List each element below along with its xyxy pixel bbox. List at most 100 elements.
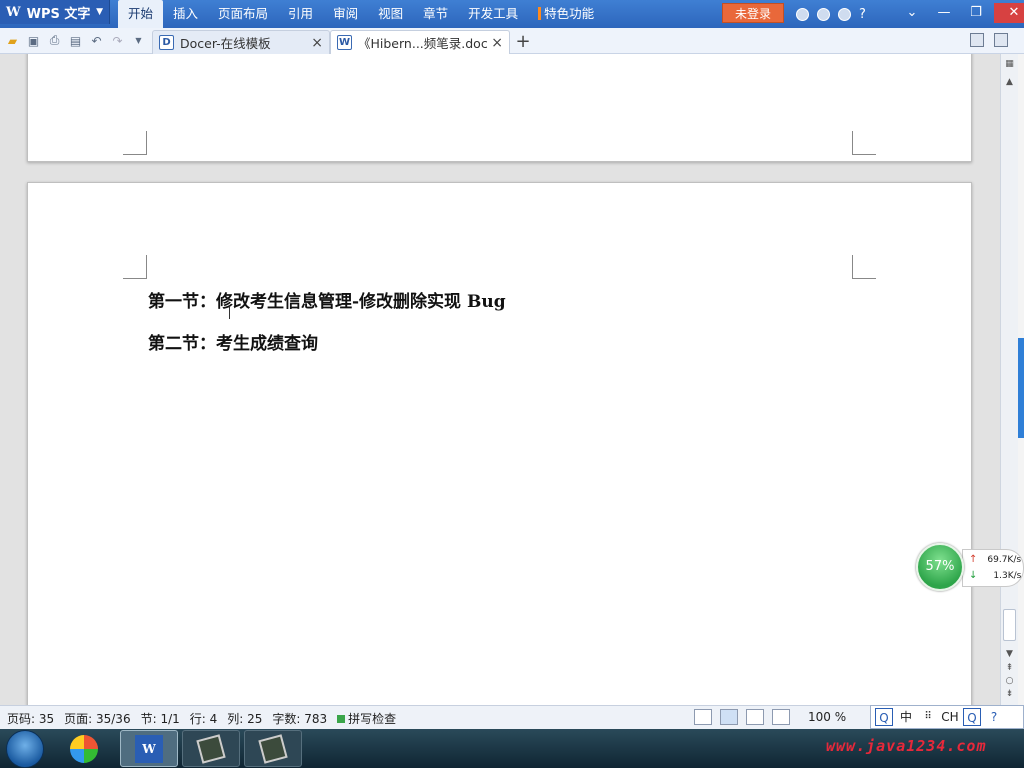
colorful-app-icon: [70, 734, 98, 763]
tab-document-label: 《Hibern...频笔录.doc: [358, 36, 488, 51]
upload-arrow-icon: ↑: [969, 554, 978, 565]
upload-speed: ↑ 69.7K/s: [969, 554, 1021, 565]
taskbar-app-recorder[interactable]: [244, 730, 302, 767]
recorder-icon: [258, 733, 288, 764]
title-bar: W WPS 文字 ▼ 开始 插入 页面布局 引用 审阅 视图 章节 开发工具 特…: [0, 0, 1024, 28]
section-heading[interactable]: 第二节：考生成绩查询: [148, 329, 318, 354]
crop-mark: [852, 131, 876, 155]
help-icon[interactable]: ?: [859, 7, 866, 22]
ime-grid-icon[interactable]: ⠿: [919, 708, 937, 726]
scroll-down-icon[interactable]: ▼: [1003, 648, 1016, 661]
menu-references[interactable]: 引用: [278, 0, 323, 28]
menu-review[interactable]: 审阅: [323, 0, 368, 28]
status-col: 列: 25: [227, 712, 263, 726]
taskbar-app-terminal[interactable]: [182, 730, 240, 767]
ime-toolbar: Q 中 ⠿ CH Q ?: [870, 705, 1024, 729]
document-page[interactable]: 第一节：修改考生信息管理-修改删除实现 Bug 第二节：考生成绩查询: [27, 182, 972, 705]
restore-icon[interactable]: ❐: [962, 3, 990, 23]
wps-writer-icon: W: [135, 734, 163, 763]
spell-check-label: 拼写检查: [348, 712, 397, 726]
tab-list-icon[interactable]: [970, 33, 984, 47]
watermark-text: www.java1234.com: [826, 737, 987, 755]
menu-page-layout[interactable]: 页面布局: [208, 0, 278, 28]
menu-insert[interactable]: 插入: [163, 0, 208, 28]
login-button[interactable]: 未登录: [722, 3, 784, 23]
menu-developer[interactable]: 开发工具: [458, 0, 528, 28]
spell-check-button[interactable]: 拼写检查: [337, 710, 396, 727]
status-page[interactable]: 页面: 35/36: [64, 710, 130, 727]
customize-dropdown-icon[interactable]: ▼: [130, 32, 147, 49]
taskbar-app-icon[interactable]: [62, 730, 106, 767]
ime-help-icon[interactable]: ?: [985, 708, 1003, 726]
document-page[interactable]: [27, 54, 972, 162]
tab-docer-label: Docer-在线模板: [180, 36, 271, 51]
save-icon[interactable]: ▣: [25, 32, 42, 49]
wps-logo-icon: W: [6, 4, 21, 20]
page-view-icon[interactable]: [720, 709, 738, 725]
app-icon: [196, 733, 226, 764]
quick-access-toolbar: ▰ ▣ ⎙ ▤ ↶ ↷ ▼ D Docer-在线模板 × W 《Hibern..…: [0, 28, 1024, 54]
fullscreen-view-icon[interactable]: [694, 709, 712, 725]
app-name: WPS 文字: [26, 6, 91, 22]
web-view-icon[interactable]: [772, 709, 790, 725]
print-preview-icon[interactable]: ▤: [67, 32, 84, 49]
close-window-icon[interactable]: ✕: [994, 3, 1024, 23]
crop-mark: [123, 131, 147, 155]
collapse-ribbon-icon[interactable]: ⌄: [898, 3, 926, 23]
status-page-code[interactable]: 页码: 35: [7, 710, 54, 727]
redo-icon[interactable]: ↷: [109, 32, 126, 49]
play-icon[interactable]: [796, 7, 809, 21]
page-nav-icon[interactable]: ▦: [1003, 58, 1016, 71]
download-speed: ↓ 1.3K/s: [969, 570, 1021, 581]
right-toolbar-icons: [970, 33, 1008, 47]
menu-view[interactable]: 视图: [368, 0, 413, 28]
title-icons: ?: [796, 4, 866, 24]
close-tab-icon[interactable]: ×: [491, 35, 503, 51]
quick-access-icons: ▰ ▣ ⎙ ▤ ↶ ↷ ▼: [4, 32, 147, 49]
taskbar-wps-writer[interactable]: W: [120, 730, 178, 767]
scroll-up-icon[interactable]: ▲: [1003, 76, 1016, 89]
spell-check-icon: [337, 715, 346, 723]
expand-icon[interactable]: [994, 33, 1008, 47]
next-page-icon[interactable]: ⇟: [1003, 688, 1016, 701]
print-icon[interactable]: ⎙: [46, 32, 63, 49]
document-area[interactable]: 第一节：修改考生信息管理-修改删除实现 Bug 第二节：考生成绩查询: [0, 54, 1000, 705]
close-tab-icon[interactable]: ×: [311, 35, 323, 51]
ime-logo-icon[interactable]: Q: [875, 708, 893, 726]
prev-page-icon[interactable]: ⇞: [1003, 662, 1016, 675]
scroll-thumb[interactable]: [1003, 609, 1016, 641]
tab-document[interactable]: W 《Hibern...频笔录.doc ×: [330, 30, 510, 54]
ime-lang[interactable]: CH: [941, 708, 959, 726]
new-tab-button[interactable]: +: [512, 31, 534, 53]
ime-q-icon[interactable]: Q: [963, 708, 981, 726]
sync-icon[interactable]: [817, 7, 830, 21]
select-browse-icon[interactable]: ○: [1003, 675, 1016, 688]
status-row: 行: 4: [189, 712, 218, 726]
zoom-level[interactable]: 100 %: [808, 710, 846, 724]
vertical-scrollbar[interactable]: ▦ ▲ ▼ ⇞ ○ ⇟: [1000, 54, 1018, 705]
side-panel-toggle[interactable]: [1018, 338, 1024, 438]
tab-docer[interactable]: D Docer-在线模板 ×: [152, 30, 330, 54]
view-mode-buttons: [694, 709, 790, 725]
docer-icon: D: [159, 35, 174, 50]
skin-icon[interactable]: [838, 7, 851, 21]
crop-mark: [123, 255, 147, 279]
cpu-usage-ball[interactable]: 57%: [916, 543, 964, 591]
wps-app-menu-button[interactable]: W WPS 文字 ▼: [0, 0, 110, 24]
status-section[interactable]: 节: 1/1: [141, 710, 180, 727]
menu-features[interactable]: 特色功能: [528, 0, 604, 28]
menu-home[interactable]: 开始: [118, 0, 164, 28]
download-speed-value: 1.3K/s: [993, 570, 1022, 581]
undo-icon[interactable]: ↶: [88, 32, 105, 49]
status-word-count[interactable]: 字数: 783: [272, 710, 327, 727]
minimize-icon[interactable]: —: [930, 3, 958, 23]
start-button[interactable]: [6, 730, 44, 768]
status-items: 页码: 35 页面: 35/36 节: 1/1 行: 4 列: 25 字数: 7…: [7, 710, 396, 727]
outline-view-icon[interactable]: [746, 709, 764, 725]
ime-mode[interactable]: 中: [897, 708, 915, 726]
upload-speed-value: 69.7K/s: [987, 554, 1022, 565]
open-folder-icon[interactable]: ▰: [4, 32, 21, 49]
menu-chapter[interactable]: 章节: [413, 0, 458, 28]
section-heading[interactable]: 第一节：修改考生信息管理-修改删除实现 Bug: [148, 287, 506, 312]
text-cursor: [229, 307, 230, 319]
